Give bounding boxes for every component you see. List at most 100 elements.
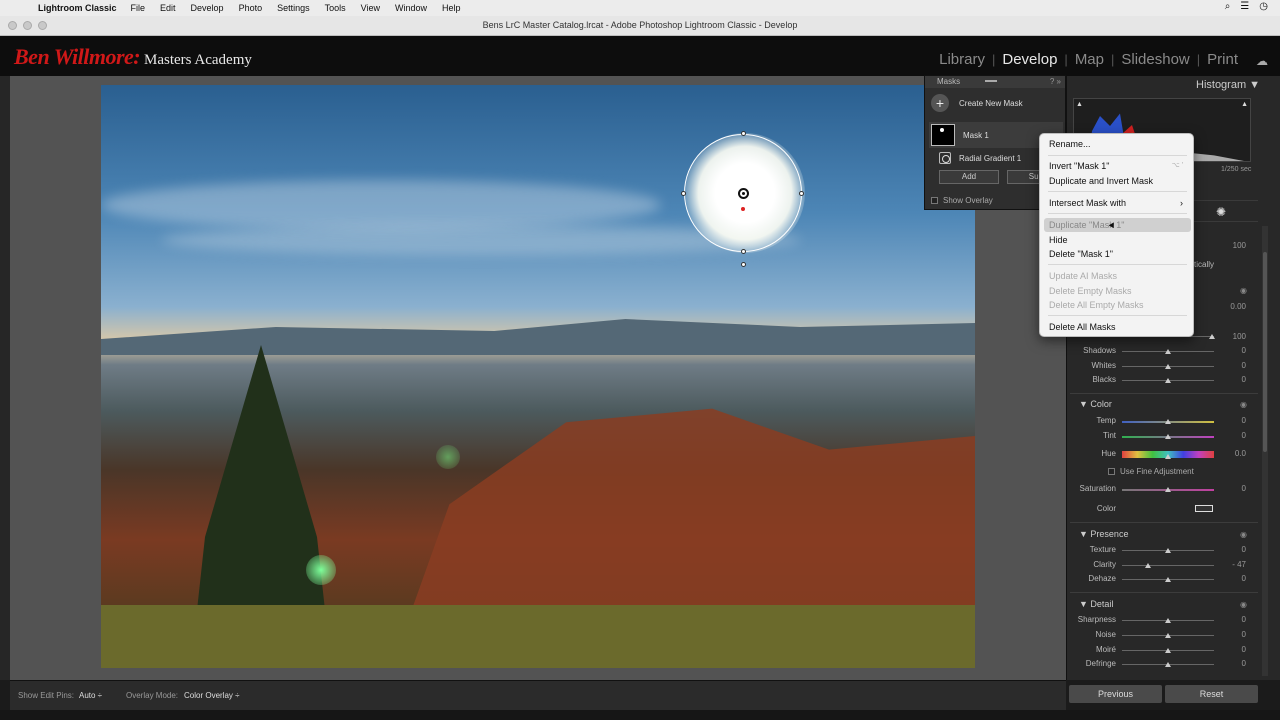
slider-thumb-whites[interactable] [1165, 364, 1171, 369]
show-overlay-checkbox[interactable] [931, 197, 938, 204]
slider-thumb-clarity[interactable] [1145, 563, 1151, 568]
shutter-speed: 1/250 sec [1221, 166, 1252, 173]
radial-handle-right[interactable] [799, 191, 804, 196]
module-print[interactable]: Print [1207, 51, 1238, 68]
previous-button[interactable]: Previous [1069, 685, 1162, 703]
menu-separator [1048, 315, 1187, 316]
mask-component-row[interactable]: Radial Gradient 1 [939, 152, 1021, 164]
highlight-clipping-icon[interactable]: ▲ [1241, 101, 1248, 108]
show-overlay-toggle[interactable]: Show Overlay [931, 196, 993, 205]
overlay-mode-select[interactable]: Color Overlay ÷ [184, 691, 240, 700]
mask-pin[interactable] [738, 188, 749, 199]
section-divider [1070, 393, 1258, 394]
menu-edit[interactable]: Edit [160, 3, 176, 13]
slider-thumb-blacks[interactable] [1165, 378, 1171, 383]
menu-item-label: Rename... [1049, 139, 1091, 149]
slider-thumb-moire[interactable] [1165, 648, 1171, 653]
slider-value-hue: 0.0 [1234, 449, 1246, 458]
radial-handle-bottom[interactable] [741, 249, 746, 254]
module-map[interactable]: Map [1075, 51, 1104, 68]
slider-thumb-temp[interactable] [1165, 419, 1171, 424]
slider-label-dehaze: Dehaze [1088, 574, 1116, 583]
highlights-value: 100 [1232, 332, 1246, 341]
mask-thumbnail [931, 124, 955, 146]
create-new-mask-button[interactable]: + Create New Mask [931, 94, 1023, 112]
clock-icon[interactable]: ◷ [1259, 1, 1268, 12]
slider-thumb-sharpness[interactable] [1165, 618, 1171, 623]
reset-button[interactable]: Reset [1165, 685, 1258, 703]
slider-thumb-tint[interactable] [1165, 434, 1171, 439]
menu-file[interactable]: File [131, 3, 146, 13]
slider-thumb-saturation[interactable] [1165, 487, 1171, 492]
control-center-icon[interactable]: ☰ [1240, 1, 1249, 12]
slider-thumb-shadows[interactable] [1165, 349, 1171, 354]
slider-track-clarity[interactable] [1122, 565, 1214, 566]
menu-help[interactable]: Help [442, 3, 461, 13]
menu-item-intersect-mask[interactable]: Intersect Mask with › [1044, 196, 1191, 210]
menu-separator [1048, 155, 1187, 156]
menu-photo[interactable]: Photo [239, 3, 263, 13]
menu-tools[interactable]: Tools [325, 3, 346, 13]
slider-thumb-defringe[interactable] [1165, 662, 1171, 667]
menu-item-hide[interactable]: Hide [1044, 233, 1191, 247]
masks-panel-title: Masks [937, 77, 961, 86]
menu-item-delete-mask[interactable]: Delete "Mask 1" [1044, 247, 1191, 261]
slider-value-shadows: 0 [1241, 346, 1246, 355]
slider-label-tint: Tint [1102, 431, 1116, 440]
amount-value: 100 [1232, 241, 1246, 250]
shadow-clipping-icon[interactable]: ▲ [1076, 101, 1083, 108]
menu-item-invert-mask[interactable]: Invert "Mask 1" ⌥ ' [1044, 159, 1191, 173]
spotlight-search-icon[interactable]: ⌕ [1225, 1, 1231, 12]
collapse-icon[interactable]: ? » [1050, 76, 1061, 88]
slider-thumb[interactable] [1209, 334, 1215, 339]
color-swatch[interactable] [1195, 505, 1213, 512]
develop-toolbar: Show Edit Pins: Auto ÷ Overlay Mode: Col… [10, 680, 1066, 710]
slider-thumb-texture[interactable] [1165, 548, 1171, 553]
module-library[interactable]: Library [939, 51, 985, 68]
slider-thumb-dehaze[interactable] [1165, 577, 1171, 582]
fine-adjustment-toggle[interactable]: Use Fine Adjustment [1108, 467, 1194, 476]
left-panel-collapsed[interactable] [0, 76, 10, 680]
module-separator: | [1196, 52, 1201, 67]
section-header-detail[interactable]: ▼ Detail [1079, 599, 1113, 609]
slider-value-whites: 0 [1241, 361, 1246, 370]
slider-thumb-hue[interactable] [1165, 454, 1171, 459]
radial-rotate-handle[interactable] [741, 262, 746, 267]
add-mask-button[interactable]: Add [939, 170, 999, 184]
menu-app-name[interactable]: Lightroom Classic [38, 3, 117, 13]
submenu-arrow-icon: › [1180, 198, 1183, 208]
photo-mountains [101, 319, 975, 355]
cloud-sync-icon[interactable]: ☁ [1256, 54, 1268, 68]
panel-drag-handle[interactable] [985, 80, 997, 82]
section-header-presence[interactable]: ▼ Presence [1079, 529, 1128, 539]
menu-item-delete-all-masks[interactable]: Delete All Masks [1044, 320, 1191, 334]
photo-canvas[interactable] [101, 85, 975, 668]
fine-adjustment-checkbox[interactable] [1108, 468, 1115, 475]
section-header-color[interactable]: ▼ Color [1079, 399, 1112, 409]
radial-handle-top[interactable] [741, 131, 746, 136]
menu-item-duplicate-mask[interactable]: Duplicate "Mask 1" [1044, 218, 1191, 232]
color-visibility-eye-icon[interactable]: ◉ [1240, 400, 1247, 409]
slider-value-texture: 0 [1241, 545, 1246, 554]
menu-item-duplicate-invert[interactable]: Duplicate and Invert Mask [1044, 174, 1191, 188]
menu-window[interactable]: Window [395, 3, 427, 13]
radial-handle-left[interactable] [681, 191, 686, 196]
light-visibility-eye-icon[interactable]: ◉ [1240, 286, 1247, 295]
detail-visibility-eye-icon[interactable]: ◉ [1240, 600, 1247, 609]
module-develop[interactable]: Develop [1002, 51, 1057, 68]
histogram-header[interactable]: Histogram ▼ [1196, 79, 1260, 91]
slider-thumb-noise[interactable] [1165, 633, 1171, 638]
masking-tool-icon[interactable]: ✺ [1216, 205, 1226, 219]
presence-visibility-eye-icon[interactable]: ◉ [1240, 530, 1247, 539]
module-slideshow[interactable]: Slideshow [1121, 51, 1189, 68]
slider-value-noise: 0 [1241, 630, 1246, 639]
menu-item-rename[interactable]: Rename... [1044, 137, 1191, 151]
scrollbar-thumb[interactable] [1263, 252, 1267, 452]
masks-panel-header[interactable]: Masks ? » [925, 76, 1065, 88]
edit-pins-select[interactable]: Auto ÷ [79, 691, 102, 700]
menu-develop[interactable]: Develop [191, 3, 224, 13]
menu-view[interactable]: View [361, 3, 380, 13]
right-panel-scrollbar[interactable] [1262, 226, 1268, 676]
menu-settings[interactable]: Settings [277, 3, 310, 13]
filmstrip-collapsed[interactable] [0, 710, 1280, 720]
